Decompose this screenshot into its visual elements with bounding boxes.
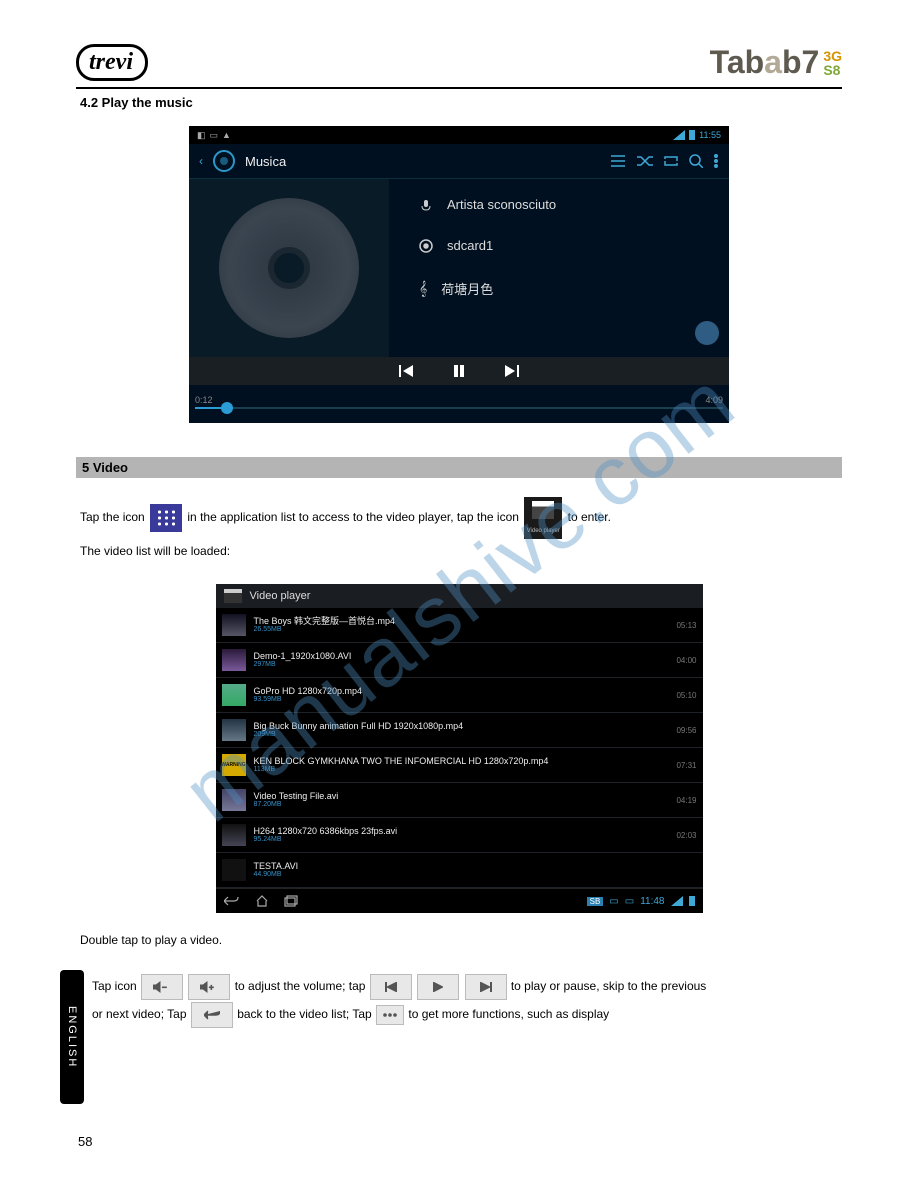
product-prefix: Tab	[710, 44, 765, 80]
music-app-topbar: ‹ Musica	[189, 144, 729, 179]
volume-down-button: −	[141, 974, 183, 1000]
pause-icon[interactable]	[453, 365, 465, 377]
progress-bar[interactable]: 0:12 4:09	[189, 385, 729, 423]
video-instruction-text: Tap the icon in the application list to …	[0, 488, 918, 570]
next-button	[465, 974, 507, 1000]
video-list-item[interactable]: WARNINGKEN BLOCK GYMKHANA TWO THE INFOME…	[216, 748, 703, 783]
nav-back-icon[interactable]	[224, 895, 240, 907]
video-list-item[interactable]: The Boys 韩文完整版—首悦台.mp426.55MB05:13	[216, 608, 703, 643]
search-icon[interactable]	[689, 154, 703, 168]
time-elapsed: 0:12	[195, 395, 213, 405]
video-player-topbar: Video player	[216, 584, 703, 608]
music-app-title: Musica	[245, 154, 601, 169]
video-list-item[interactable]: TESTA.AVI44.90MB	[216, 853, 703, 888]
prev-icon[interactable]	[399, 365, 413, 377]
video-list: The Boys 韩文完整版—首悦台.mp426.55MB05:13 Demo-…	[216, 608, 703, 888]
video-list-item[interactable]: H264 1280x720 6386kbps 23fps.avi95.24MB0…	[216, 818, 703, 853]
svg-text:−: −	[162, 983, 167, 992]
suffix-3g: 3G	[823, 49, 842, 63]
tab7-logo: Tabab7 3G S8	[710, 44, 842, 81]
clapperboard-icon	[224, 589, 242, 603]
nav-home-icon[interactable]	[256, 895, 268, 907]
video-list-item[interactable]: GoPro HD 1280x720p.mp493.59MB05:10	[216, 678, 703, 713]
video-player-app-icon	[524, 497, 562, 539]
queue-icon[interactable]	[611, 154, 627, 168]
status-bar: ◧▭▲ 11:55	[189, 126, 729, 144]
page-header: trevi Tabab7 3G S8	[76, 44, 842, 89]
english-content: Tap icon − + to adjust the volume; tap t…	[92, 970, 918, 1104]
album-row: sdcard1	[419, 238, 719, 253]
suffix-s8: S8	[823, 63, 842, 77]
play-button	[417, 974, 459, 1000]
apps-drawer-icon	[150, 504, 182, 532]
english-tab: ENGLISH	[60, 970, 84, 1104]
music-app-icon	[213, 150, 235, 172]
more-button	[376, 1005, 404, 1025]
video-list-item[interactable]: Demo-1_1920x1080.AVI297MB04:00	[216, 643, 703, 678]
video-player-screenshot: Video player The Boys 韩文完整版—首悦台.mp426.55…	[216, 584, 703, 913]
more-icon[interactable]	[713, 154, 719, 168]
navbar-clock: 11:48	[640, 896, 664, 907]
back-chevron-icon[interactable]: ‹	[199, 154, 203, 168]
prev-button	[370, 974, 412, 1000]
back-button	[191, 1002, 233, 1028]
album-art	[189, 179, 389, 357]
volume-up-button: +	[188, 974, 230, 1000]
section-5-heading: 5 Video	[76, 457, 842, 478]
next-icon[interactable]	[505, 365, 519, 377]
track-row: 𝄞 荷塘月色	[419, 279, 719, 298]
section-4-2-heading: 4.2 Play the music	[0, 89, 918, 116]
time-total: 4:09	[705, 395, 723, 405]
video-list-item[interactable]: Video Testing File.avi87.20MB04:19	[216, 783, 703, 818]
trevi-logo: trevi	[76, 44, 148, 81]
android-navbar: SB ▭▭ 11:48	[216, 888, 703, 913]
status-time: 11:55	[699, 130, 721, 140]
shuffle-icon[interactable]	[637, 154, 653, 168]
music-player-screenshot: ◧▭▲ 11:55 ‹ Musica	[189, 126, 729, 423]
player-controls	[189, 357, 729, 385]
repeat-icon[interactable]	[663, 154, 679, 168]
video-list-item[interactable]: Big Buck Bunny animation Full HD 1920x10…	[216, 713, 703, 748]
sb-badge: SB	[587, 897, 604, 906]
after-list-text: Double tap to play a video.	[0, 921, 918, 960]
artist-row: Artista sconosciuto	[419, 197, 719, 212]
nav-recent-icon[interactable]	[284, 895, 298, 907]
svg-text:+: +	[209, 983, 214, 992]
page-number: 58	[78, 1134, 918, 1149]
